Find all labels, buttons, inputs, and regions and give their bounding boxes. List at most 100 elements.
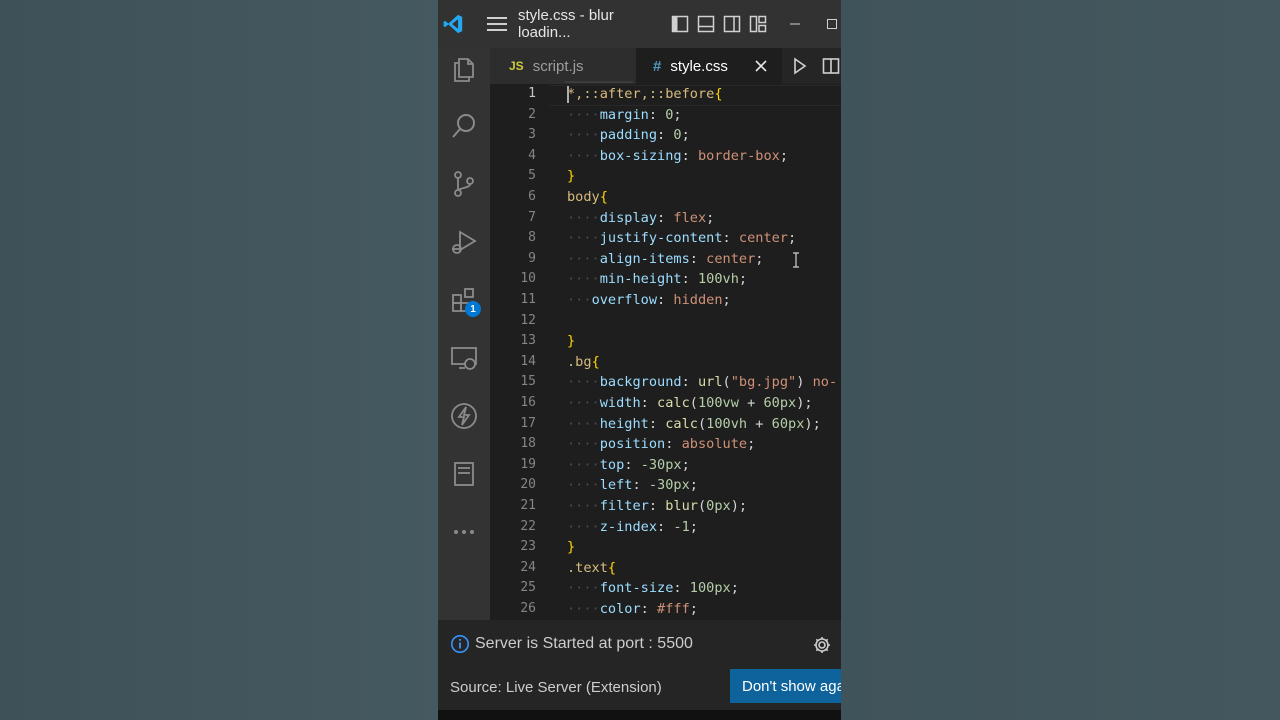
code-token: ; <box>689 601 698 617</box>
explorer-icon[interactable] <box>444 48 484 88</box>
whitespace-dots: ···· <box>567 127 600 144</box>
extensions-icon[interactable]: 1 <box>444 280 484 320</box>
code-line: ····z-index: -1; <box>567 517 698 538</box>
code-token: : <box>657 127 674 144</box>
code-token: -30px <box>648 477 690 494</box>
menu-icon[interactable] <box>484 0 510 48</box>
code-line: } <box>567 166 575 187</box>
code-line: ····height: calc(100vh + 60px); <box>567 414 821 435</box>
extensions-badge: 1 <box>465 301 481 317</box>
toggle-primary-sidebar-icon[interactable] <box>670 0 690 48</box>
code-token: ; <box>689 477 698 494</box>
code-token: { <box>599 189 608 205</box>
notebook-icon[interactable] <box>444 454 484 494</box>
run-icon[interactable] <box>790 48 810 84</box>
css-file-icon: # <box>653 57 662 75</box>
code-token: justify-content <box>599 230 723 247</box>
code-token: color <box>599 601 641 617</box>
line-number: 26 <box>520 601 536 616</box>
code-token: ; <box>681 127 690 144</box>
code-token: : <box>681 374 698 391</box>
line-number: 25 <box>520 580 536 596</box>
line-number: 4 <box>528 147 536 163</box>
code-token: } <box>567 168 576 185</box>
code-token: + <box>747 415 772 432</box>
code-editor[interactable]: 1 *,::after,::before{2 ····margin: 0; 3 ····… <box>490 84 841 620</box>
remote-explorer-icon[interactable] <box>444 338 484 378</box>
code-token: + <box>738 395 764 411</box>
run-debug-icon[interactable] <box>444 222 484 262</box>
activity-bar: 1 <box>438 48 490 620</box>
code-token: z-index <box>599 518 658 535</box>
customize-layout-icon[interactable] <box>748 0 768 48</box>
line-number: 12 <box>520 312 536 328</box>
code-token: flex <box>673 209 707 226</box>
code-token: 100px <box>689 580 731 597</box>
gear-icon[interactable] <box>812 635 832 655</box>
code-token: : <box>657 292 674 308</box>
code-token: padding <box>599 127 658 144</box>
code-token: #fff <box>657 601 690 617</box>
code-token: center <box>738 230 788 247</box>
code-token: : <box>665 436 682 453</box>
code-token: ; <box>788 230 797 247</box>
code-token: : <box>640 601 658 617</box>
notification-source: Source: Live Server (Extension) <box>450 679 662 696</box>
code-line: ····justify-content: center; <box>567 228 796 249</box>
code-token: ( <box>697 415 707 432</box>
whitespace-dots: ···· <box>567 415 600 432</box>
lightning-icon[interactable] <box>444 396 484 436</box>
code-token: *,::after,::before <box>567 86 715 102</box>
tab-style-css[interactable]: # style.css <box>636 48 782 84</box>
code-token: : <box>648 415 666 432</box>
dont-show-again-button[interactable]: Don't show aga <box>730 669 841 703</box>
search-icon[interactable] <box>444 106 484 146</box>
code-token: ( <box>689 395 698 411</box>
code-token: : <box>640 395 658 411</box>
editor-tabs: JS script.js # style.css <box>490 48 841 84</box>
notification-toast: Server is Started at port : 5500 Source:… <box>438 620 841 710</box>
code-token: 0px <box>706 498 731 514</box>
code-token: .text <box>567 559 608 576</box>
whitespace-dots: ···· <box>567 395 600 411</box>
code-token: : <box>624 456 641 473</box>
line-number: 7 <box>528 209 536 225</box>
code-token: ); <box>730 498 748 514</box>
code-token: : <box>673 580 690 597</box>
line-number: 24 <box>520 559 536 575</box>
code-line: .text{ <box>567 558 616 579</box>
bottom-edge <box>438 710 841 720</box>
code-token: } <box>567 539 576 556</box>
code-token: body <box>567 189 600 205</box>
code-line: ····filter: blur(0px); <box>567 496 747 517</box>
code-token: 60px <box>771 415 805 432</box>
more-icon[interactable] <box>444 512 484 552</box>
whitespace-dots: ···· <box>567 106 600 123</box>
code-token: 60px <box>763 395 797 411</box>
line-number: 3 <box>528 127 536 143</box>
code-line: ····left: -30px; <box>567 475 698 496</box>
maximize-icon[interactable] <box>824 0 840 48</box>
code-line: *,::after,::before{ <box>567 84 723 105</box>
line-number: 6 <box>528 189 536 204</box>
line-number: 21 <box>520 498 536 513</box>
line-number: 18 <box>520 436 536 452</box>
minimize-icon[interactable] <box>786 0 804 48</box>
code-token: ) <box>796 374 813 391</box>
code-token: ; <box>779 147 788 164</box>
line-number: 16 <box>520 395 536 410</box>
source-control-icon[interactable] <box>444 164 484 204</box>
code-token: ; <box>730 580 739 597</box>
line-number: 20 <box>520 477 536 493</box>
toggle-secondary-sidebar-icon[interactable] <box>722 0 742 48</box>
tab-script-js[interactable]: JS script.js <box>490 48 636 84</box>
code-token: ; <box>681 456 690 473</box>
code-token: top <box>599 456 625 473</box>
toggle-panel-icon[interactable] <box>696 0 716 48</box>
code-line: ····position: absolute; <box>567 434 755 455</box>
code-line: ····width: calc(100vw + 60px); <box>567 393 813 414</box>
close-icon[interactable] <box>753 58 769 74</box>
split-editor-icon[interactable] <box>820 48 841 84</box>
code-token: ; <box>738 271 748 288</box>
code-line: body{ <box>567 187 608 208</box>
